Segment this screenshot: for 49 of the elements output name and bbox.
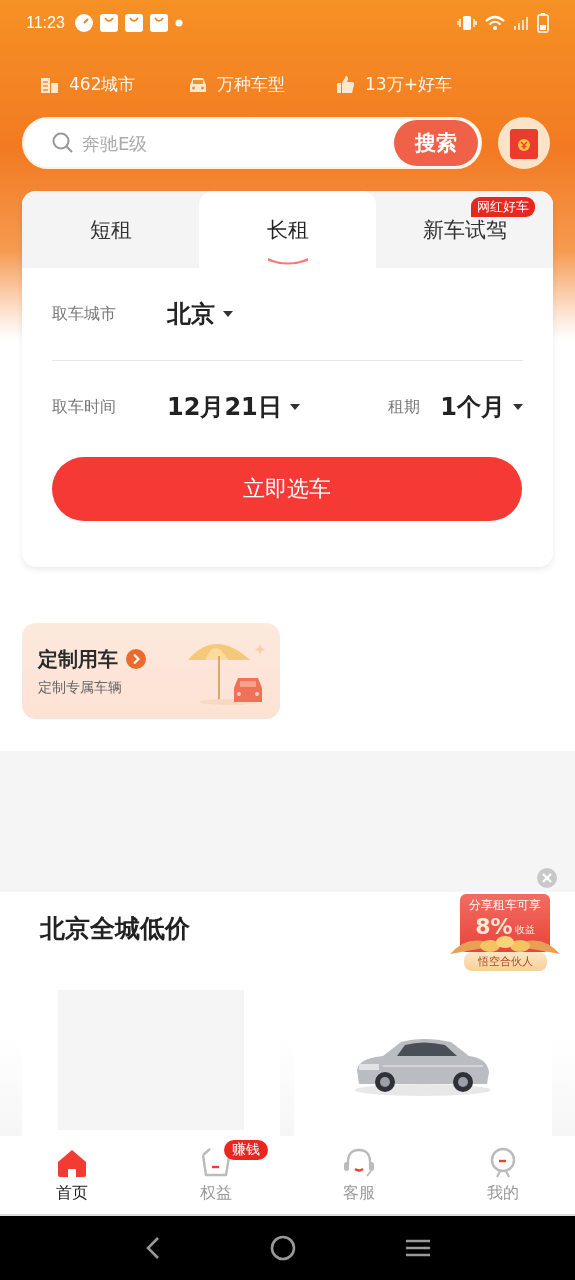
bag-icon [99, 14, 118, 32]
menu-icon[interactable] [404, 1238, 431, 1258]
search-icon [52, 132, 74, 154]
chevron-right-icon [126, 649, 146, 669]
wifi-icon [485, 15, 505, 31]
stat-label: 13万+好车 [365, 72, 452, 96]
thumbs-up-icon [336, 74, 356, 94]
caret-icon [223, 311, 233, 317]
bag-icon [124, 14, 143, 32]
field-label: 租期 [388, 396, 422, 418]
signal-icon [513, 15, 529, 31]
promo-title: 定制用车 [38, 645, 118, 673]
badge-percent: 8% [475, 914, 513, 940]
back-icon[interactable] [144, 1236, 161, 1260]
headset-icon [343, 1146, 376, 1179]
envelope-icon [498, 117, 550, 169]
dot-icon [174, 19, 183, 27]
tab[interactable]: 网红好车 新车试驾 [376, 191, 553, 268]
tab[interactable]: 短租 [22, 191, 199, 268]
status-time: 11:23 [26, 14, 65, 32]
battery-icon [537, 13, 549, 33]
bag-icon [149, 14, 168, 32]
badge-label: 悟空合伙人 [463, 952, 547, 971]
tab[interactable]: 长租 [199, 191, 376, 268]
caret-icon [289, 404, 300, 410]
stat-label: 462城市 [69, 72, 136, 96]
date-select[interactable]: 12月21日 [167, 391, 325, 423]
gauge-icon [74, 14, 93, 32]
close-icon [537, 868, 557, 888]
tab-underline-icon [265, 255, 310, 265]
select-car-button[interactable]: 立即选车 [52, 457, 522, 521]
tab-badge: 网红好车 [471, 197, 535, 217]
promo-card[interactable]: 定制用车 定制专属车辆 [22, 623, 280, 719]
period-select[interactable]: 1个月 [440, 391, 523, 423]
field-label: 取车时间 [52, 396, 117, 418]
basket-icon [199, 1146, 232, 1179]
vibrate-icon [457, 15, 477, 31]
stat-label: 万种车型 [217, 72, 285, 96]
nav-tab[interactable]: 首页 [0, 1136, 144, 1214]
promo-subtitle: 定制专属车辆 [38, 678, 123, 697]
city-select[interactable]: 北京 [167, 298, 233, 330]
caret-icon [513, 404, 523, 410]
badge-text: 分享租车可享 [469, 897, 541, 914]
field-label: 取车城市 [52, 303, 117, 325]
home-button-icon[interactable] [269, 1235, 296, 1261]
badge-suffix: 收益 [514, 923, 535, 937]
nav-tab[interactable]: 权益 赚钱 [143, 1136, 288, 1214]
tab-badge: 赚钱 [223, 1140, 268, 1160]
section-title: 北京全城低价 [40, 913, 190, 945]
